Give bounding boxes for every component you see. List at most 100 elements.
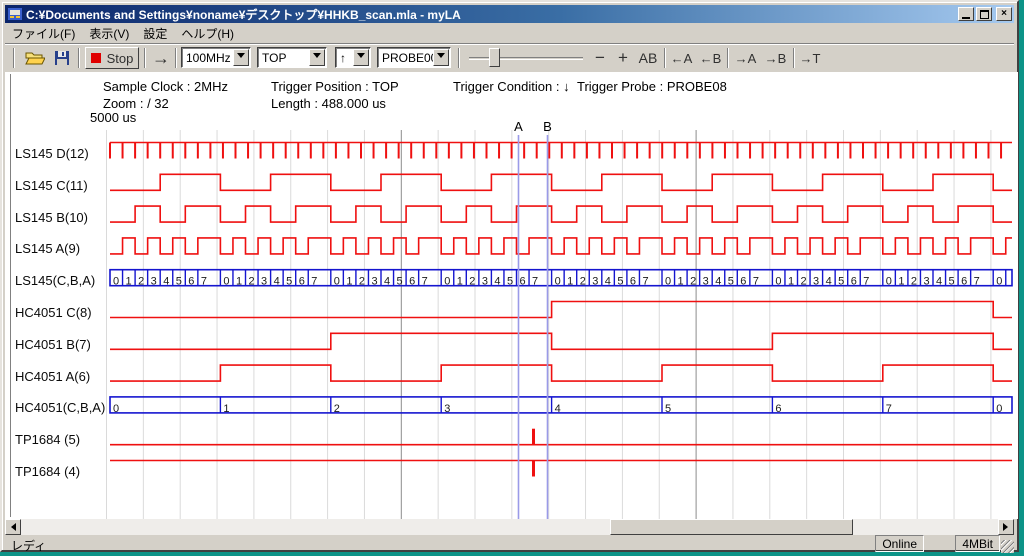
maximize-button[interactable] (976, 7, 992, 21)
svg-text:7: 7 (532, 276, 538, 288)
toolbar: Stop → 100MHz TOP ↑ PROBE00 − + AB ← (5, 45, 1014, 71)
toolbar-separator (78, 48, 80, 68)
svg-text:5: 5 (838, 276, 844, 288)
cursor-lines: AB (514, 119, 552, 519)
info-sample-clock: Sample Clock : 2MHz (103, 79, 228, 94)
goto-trigger-label: →T (800, 51, 821, 66)
toolbar-separator (793, 48, 795, 68)
svg-text:4: 4 (826, 276, 832, 288)
stop-icon (91, 53, 101, 63)
arrow-left-icon (7, 523, 16, 531)
svg-text:1: 1 (788, 276, 794, 288)
goto-b-left-label: ←B (700, 51, 722, 66)
toolbar-separator (144, 48, 146, 68)
menu-file[interactable]: ファイル(F) (5, 23, 82, 44)
svg-text:6: 6 (740, 276, 746, 288)
channel-wave-ls145-b-10- (110, 206, 1012, 222)
svg-text:7: 7 (642, 276, 648, 288)
trigger-position-combo[interactable]: TOP (257, 47, 327, 68)
goto-cursor-b-right-button[interactable]: →B (762, 47, 789, 69)
svg-text:3: 3 (592, 276, 598, 288)
goto-cursor-b-left-button[interactable]: ←B (697, 47, 724, 69)
svg-text:2: 2 (801, 276, 807, 288)
trigger-edge-combo[interactable]: ↑ (335, 47, 371, 68)
svg-text:3: 3 (261, 276, 267, 288)
menu-settings[interactable]: 設定 (136, 23, 174, 44)
combo-dropdown-button[interactable] (353, 49, 369, 66)
svg-text:0: 0 (444, 276, 450, 288)
scrollbar-thumb[interactable] (610, 519, 853, 535)
toolbar-separator (727, 48, 729, 68)
channel-wave-hc4051-c-b-a-: 012345670 (110, 397, 1012, 415)
svg-text:6: 6 (630, 276, 636, 288)
status-ready-text: レディ (11, 537, 46, 554)
save-button[interactable] (49, 47, 75, 69)
toolbar-grip (13, 48, 15, 68)
svg-text:4: 4 (715, 276, 721, 288)
zoom-in-button[interactable]: + (612, 47, 634, 69)
window-title: C:¥Documents and Settings¥noname¥デスクトップ¥… (26, 6, 956, 23)
svg-text:0: 0 (113, 276, 119, 288)
info-zoom: Zoom : / 32 (103, 96, 169, 111)
toolbar-separator (458, 48, 460, 68)
app-icon (8, 7, 22, 21)
goto-cursor-a-left-button[interactable]: ←A (668, 47, 695, 69)
svg-text:0: 0 (334, 276, 340, 288)
svg-text:6: 6 (961, 276, 967, 288)
svg-text:5: 5 (728, 276, 734, 288)
svg-text:0: 0 (996, 403, 1002, 415)
cursor-b-label: B (543, 119, 552, 134)
svg-text:5: 5 (397, 276, 403, 288)
menu-help[interactable]: ヘルプ(H) (174, 23, 241, 44)
scroll-left-button[interactable] (5, 519, 21, 535)
svg-text:1: 1 (678, 276, 684, 288)
resize-grip[interactable] (1001, 540, 1014, 553)
zoom-out-button[interactable]: − (589, 47, 611, 69)
svg-text:5: 5 (176, 276, 182, 288)
zoom-slider-track[interactable] (469, 57, 583, 60)
channel-wave-ls145-d-12- (110, 143, 1012, 159)
waveform-canvas[interactable]: 0123456701234567012345670123456701234567… (5, 117, 1018, 519)
stop-button[interactable]: Stop (85, 47, 139, 69)
trigger-probe-combo[interactable]: PROBE00 (377, 47, 451, 68)
maximize-icon (980, 10, 989, 19)
run-single-button[interactable]: → (149, 47, 173, 69)
ab-label: AB (639, 50, 658, 66)
app-window: C:¥Documents and Settings¥noname¥デスクトップ¥… (0, 0, 1019, 552)
svg-text:6: 6 (409, 276, 415, 288)
minimize-icon (962, 17, 970, 19)
svg-text:3: 3 (482, 276, 488, 288)
goto-trigger-button[interactable]: →T (797, 47, 823, 69)
minimize-button[interactable] (958, 7, 974, 21)
waveform-panel: Sample Clock : 2MHz Zoom : / 32 Trigger … (5, 72, 1018, 519)
combo-dropdown-button[interactable] (433, 49, 449, 66)
scroll-right-button[interactable] (998, 519, 1014, 535)
svg-text:1: 1 (898, 276, 904, 288)
channel-wave-hc4051-c-8- (110, 302, 1012, 318)
svg-text:3: 3 (371, 276, 377, 288)
title-bar[interactable]: C:¥Documents and Settings¥noname¥デスクトップ¥… (5, 5, 1014, 23)
goto-a-right-label: →A (735, 51, 757, 66)
zoom-slider-handle[interactable] (489, 48, 500, 67)
trigger-probe-value: PROBE00 (382, 51, 437, 65)
sample-clock-combo[interactable]: 100MHz (181, 47, 251, 68)
svg-text:0: 0 (665, 276, 671, 288)
combo-dropdown-button[interactable] (233, 49, 249, 66)
svg-text:5: 5 (617, 276, 623, 288)
chevron-down-icon (437, 53, 445, 62)
svg-text:1: 1 (567, 276, 573, 288)
goto-cursor-a-right-button[interactable]: →A (732, 47, 759, 69)
open-file-button[interactable] (22, 47, 48, 69)
combo-dropdown-button[interactable] (309, 49, 325, 66)
svg-text:3: 3 (444, 403, 450, 415)
svg-text:5: 5 (665, 403, 671, 415)
horizontal-scrollbar[interactable] (5, 519, 1014, 535)
menu-view[interactable]: 表示(V) (82, 23, 136, 44)
svg-text:2: 2 (249, 276, 255, 288)
close-button[interactable]: × (996, 7, 1012, 21)
svg-text:4: 4 (384, 276, 390, 288)
svg-text:3: 3 (923, 276, 929, 288)
svg-text:2: 2 (911, 276, 917, 288)
svg-text:7: 7 (974, 276, 980, 288)
zoom-ab-button[interactable]: AB (635, 47, 661, 69)
